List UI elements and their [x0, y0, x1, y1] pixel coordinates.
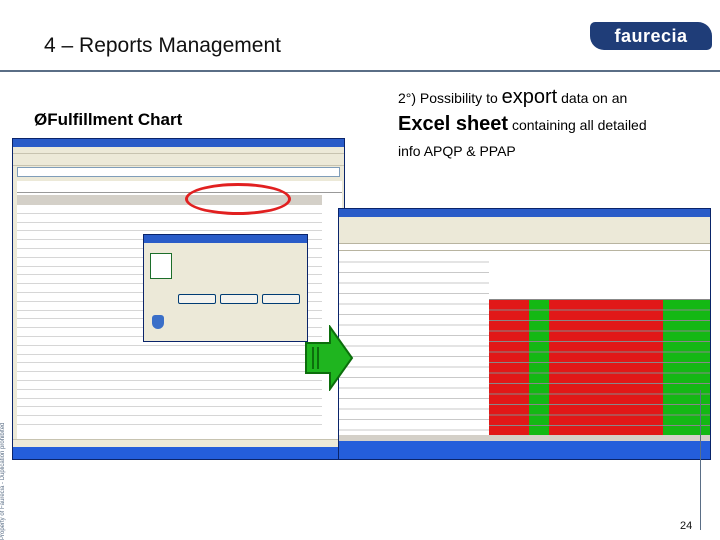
excel-formula-bar — [339, 244, 710, 251]
excel-status-cells — [489, 300, 710, 443]
excel-column-headers — [489, 252, 710, 300]
footer-divider — [700, 390, 701, 530]
dialog-titlebar — [144, 235, 307, 243]
bullet-text: Fulfillment Chart — [47, 110, 183, 129]
table-row — [17, 363, 322, 373]
table-row — [17, 355, 322, 364]
bullet-marker-icon: Ø — [34, 110, 48, 129]
browser-toolbar — [13, 154, 344, 166]
file-download-dialog — [143, 234, 308, 342]
shield-icon — [152, 315, 164, 329]
export-link-highlight — [185, 183, 291, 215]
browser-statusbar — [13, 439, 344, 447]
table-row — [17, 381, 322, 390]
table-row — [17, 346, 322, 355]
callout-line-1: 2°) Possibility to export data on an — [398, 86, 628, 108]
export-callout: 2°) Possibility to export data on an Exc… — [398, 84, 698, 164]
callout-line-3: info APQP & PPAP — [398, 143, 516, 159]
excel-toolbar — [339, 224, 710, 244]
excel-file-icon — [150, 253, 172, 279]
table-filter-bar — [17, 181, 342, 193]
save-button — [220, 294, 258, 304]
green-arrow-icon — [305, 325, 354, 391]
faurecia-logo: faurecia — [590, 22, 712, 50]
excel-titlebar — [339, 209, 710, 217]
table-row — [17, 214, 322, 223]
cancel-button — [262, 294, 300, 304]
browser-address-bar — [17, 167, 340, 177]
windows-taskbar — [13, 447, 344, 459]
title-divider — [0, 70, 720, 72]
excel-data-columns — [339, 252, 489, 443]
slide-title: 4 – Reports Management — [44, 34, 281, 57]
fulfillment-chart-bullet: ØFulfillment Chart — [34, 110, 182, 130]
callout-line-2: Excel sheet containing all detailed — [398, 113, 647, 135]
page-number: 24 — [680, 520, 693, 532]
table-row — [17, 223, 322, 232]
windows-taskbar — [339, 441, 710, 459]
table-row — [17, 399, 322, 408]
open-button — [178, 294, 216, 304]
table-row — [17, 407, 322, 417]
property-notice: Property of Faurecia - Duplication prohi… — [0, 422, 6, 540]
excel-menubar — [339, 217, 710, 224]
browser-menubar — [13, 147, 344, 154]
table-row — [17, 416, 322, 425]
table-row — [17, 390, 322, 399]
excel-export-screenshot — [338, 208, 711, 460]
table-row — [17, 372, 322, 381]
dialog-buttons — [178, 291, 304, 309]
browser-titlebar — [13, 139, 344, 147]
excel-sheet — [339, 252, 710, 443]
